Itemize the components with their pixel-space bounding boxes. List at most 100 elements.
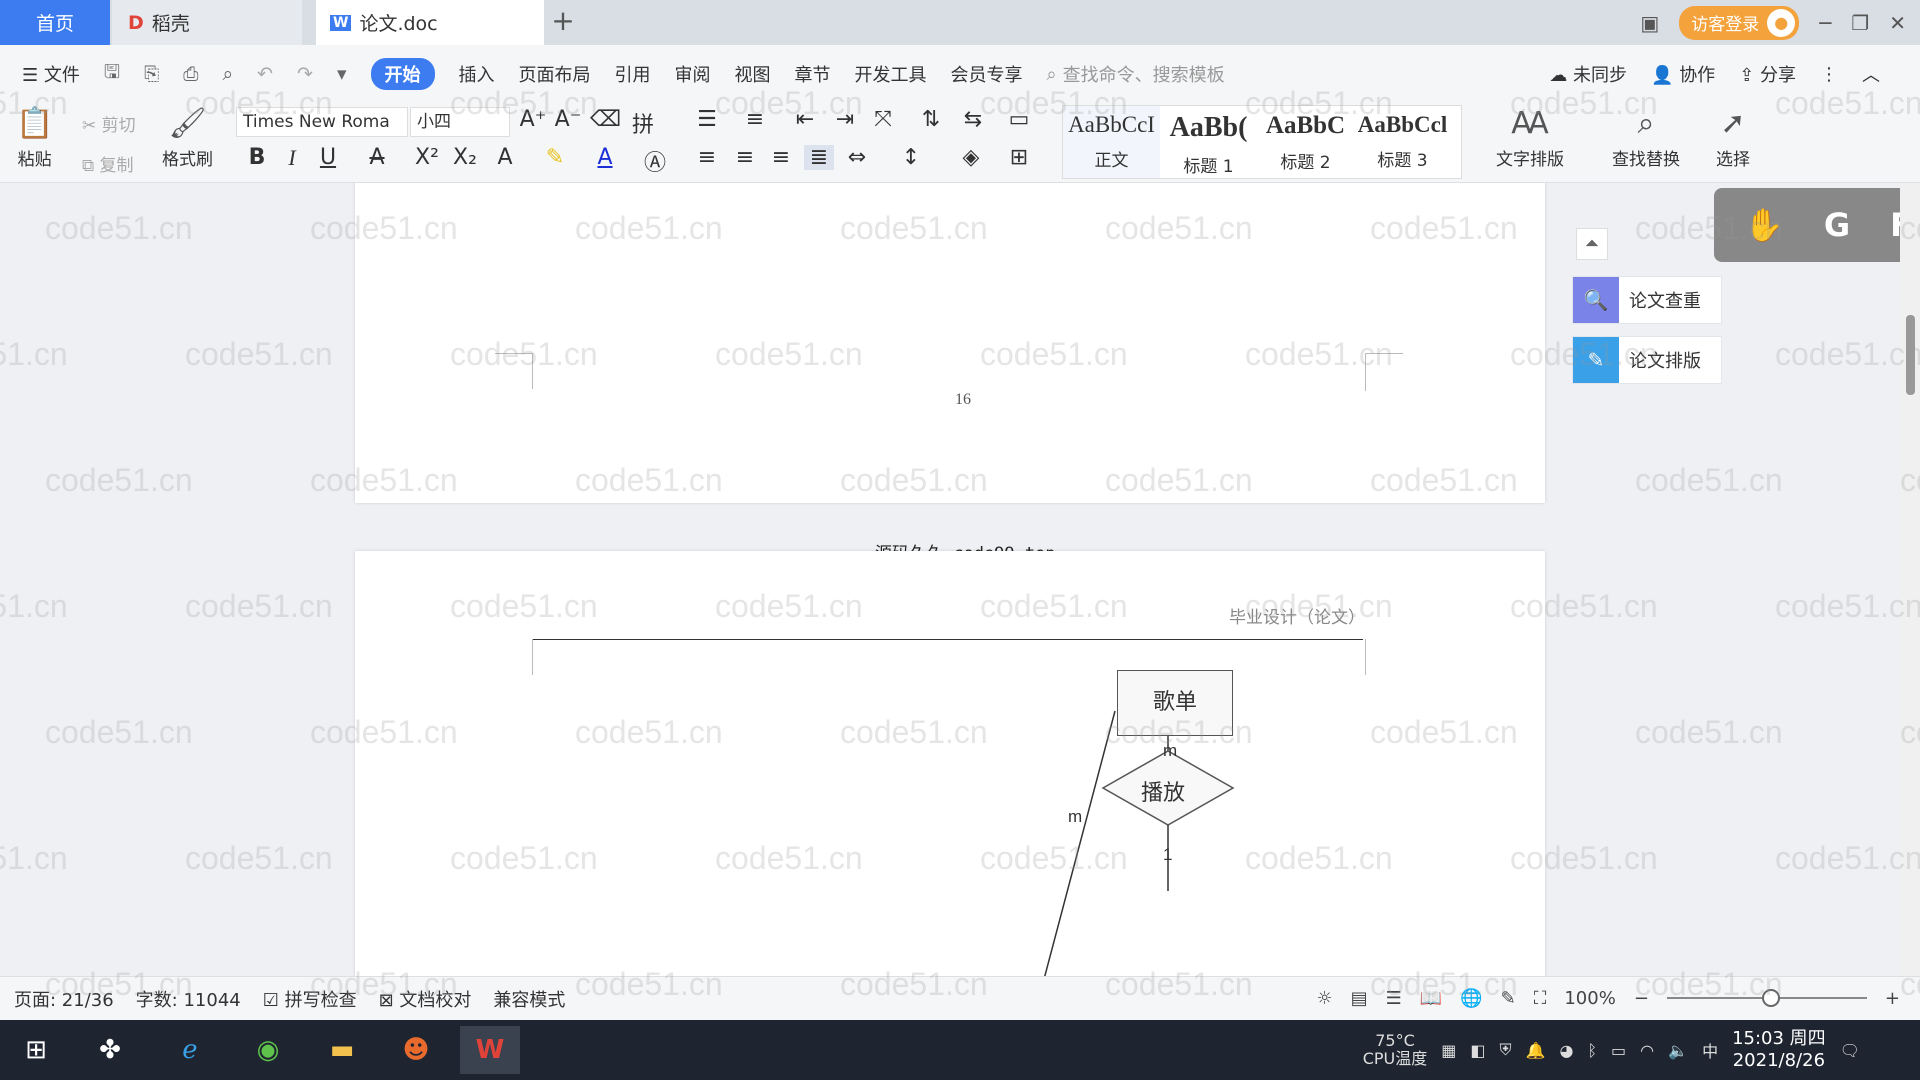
- show-marks-icon[interactable]: ⇆: [958, 107, 988, 132]
- paste-button[interactable]: 📋 粘贴: [16, 107, 53, 171]
- word-count[interactable]: 字数: 11044: [136, 986, 241, 1012]
- number-list-icon[interactable]: ≡: [740, 107, 770, 132]
- style-heading-2[interactable]: AaBbC 标题 2: [1257, 106, 1354, 178]
- tray-app-icon[interactable]: ◧: [1470, 1041, 1485, 1060]
- tab-document[interactable]: W 论文.doc: [316, 0, 544, 45]
- ie-browser-icon[interactable]: ℯ: [160, 1026, 220, 1074]
- fit-page-icon[interactable]: ⛶: [1534, 988, 1547, 1009]
- layout-icon[interactable]: ▣: [1640, 11, 1659, 35]
- subscript-icon[interactable]: X₂: [450, 145, 480, 170]
- media-app-icon[interactable]: ☻: [386, 1026, 446, 1074]
- preview-icon[interactable]: ⌕: [222, 63, 233, 85]
- zoom-knob[interactable]: [1761, 989, 1780, 1007]
- read-view-icon[interactable]: 📖: [1420, 988, 1442, 1009]
- outline-view-icon[interactable]: ☰: [1386, 988, 1402, 1009]
- decrease-indent-icon[interactable]: ⇤: [790, 107, 820, 132]
- tab-home[interactable]: 首页: [0, 0, 110, 45]
- clear-format-icon[interactable]: ⌫: [590, 107, 621, 132]
- export-icon[interactable]: ⎘: [144, 63, 159, 85]
- customize-icon[interactable]: ▾: [337, 63, 347, 85]
- file-explorer-icon[interactable]: ▬: [312, 1026, 372, 1074]
- vertical-scrollbar[interactable]: [1900, 183, 1920, 976]
- more-icon[interactable]: ⋮: [1820, 64, 1838, 85]
- 360-browser-icon[interactable]: ◉: [238, 1026, 298, 1074]
- distribute-icon[interactable]: ⇔: [842, 145, 872, 170]
- sort-icon[interactable]: ⇅: [916, 107, 946, 132]
- print-icon[interactable]: ⎙: [183, 63, 198, 85]
- increase-indent-icon[interactable]: ⇥: [830, 107, 860, 132]
- shrink-font-icon[interactable]: A⁻: [553, 107, 583, 132]
- underline-icon[interactable]: U: [313, 145, 343, 170]
- menu-view[interactable]: 视图: [735, 61, 771, 87]
- wps-app-icon[interactable]: W: [460, 1026, 520, 1074]
- fan-app-icon[interactable]: ✤: [80, 1026, 140, 1074]
- style-heading-3[interactable]: AaBbCcl 标题 3: [1354, 106, 1451, 178]
- menu-start[interactable]: 开始: [370, 58, 435, 90]
- find-replace-button[interactable]: ⌕ 查找替换: [1612, 107, 1680, 171]
- align-right-icon[interactable]: ≡: [766, 145, 796, 170]
- share-button[interactable]: ⇪ 分享: [1739, 61, 1796, 87]
- ruler-icon[interactable]: ▭: [1004, 107, 1034, 132]
- paper-format-button[interactable]: ✎ 论文排版: [1572, 336, 1722, 384]
- tray-shield-icon[interactable]: ⛨: [1500, 1040, 1512, 1060]
- floating-toolbar[interactable]: ✋GF: [1714, 188, 1920, 262]
- menu-insert[interactable]: 插入: [459, 61, 495, 87]
- menu-references[interactable]: 引用: [615, 61, 651, 87]
- bold-icon[interactable]: B: [242, 145, 272, 170]
- tray-wifi-icon[interactable]: ◠: [1640, 1041, 1654, 1060]
- align-center-icon[interactable]: ≡: [730, 145, 760, 170]
- format-painter-button[interactable]: 🖌 格式刷: [162, 107, 213, 171]
- menu-page-layout[interactable]: 页面布局: [519, 61, 591, 87]
- spell-check-button[interactable]: ☑ 拼写检查: [263, 986, 357, 1012]
- clock[interactable]: 15:03 周四 2021/8/26: [1732, 1028, 1826, 1072]
- line-spacing-icon[interactable]: ↕: [896, 145, 926, 170]
- zoom-out-icon[interactable]: −: [1634, 988, 1649, 1009]
- font-size-select[interactable]: 小四: [410, 107, 510, 137]
- tray-app-icon[interactable]: ▦: [1441, 1041, 1456, 1060]
- menu-review[interactable]: 审阅: [675, 61, 711, 87]
- undo-icon[interactable]: ↶: [257, 63, 273, 85]
- collapse-ribbon-icon[interactable]: ︿: [1862, 61, 1880, 87]
- tray-volume-icon[interactable]: 🔈: [1668, 1041, 1688, 1060]
- ime-icon[interactable]: 中: [1702, 1038, 1718, 1062]
- proofread-button[interactable]: ⊠ 文档校对: [379, 986, 472, 1012]
- menu-developer[interactable]: 开发工具: [855, 61, 927, 87]
- minimize-icon[interactable]: ─: [1819, 11, 1831, 35]
- file-menu[interactable]: ☰ 文件: [22, 61, 80, 87]
- collapse-panel-button[interactable]: ⏶: [1576, 228, 1608, 260]
- notification-icon[interactable]: 🗨: [1840, 1041, 1860, 1060]
- italic-icon[interactable]: I: [277, 145, 307, 171]
- copy-button[interactable]: ⧉ 复制: [82, 151, 134, 176]
- menu-chapter[interactable]: 章节: [795, 61, 831, 87]
- write-view-icon[interactable]: ✎: [1501, 988, 1516, 1009]
- strikethrough-icon[interactable]: A: [362, 145, 392, 170]
- borders-icon[interactable]: ⊞: [1004, 145, 1034, 170]
- tray-bluetooth-icon[interactable]: ᛒ: [1587, 1041, 1597, 1060]
- chinese-layout-icon[interactable]: ⤧: [868, 107, 898, 132]
- bullet-list-icon[interactable]: ☰: [692, 107, 722, 132]
- new-tab-button[interactable]: +: [548, 6, 578, 38]
- cut-button[interactable]: ✂ 剪切: [82, 111, 136, 136]
- paper-check-button[interactable]: 🔍 论文查重: [1572, 276, 1722, 324]
- zoom-slider[interactable]: [1666, 989, 1867, 1007]
- text-layout-button[interactable]: Ꜳ 文字排版: [1496, 107, 1564, 171]
- tab-daoke[interactable]: Ⅾ 稻壳: [112, 0, 302, 45]
- tray-battery-icon[interactable]: ▭: [1611, 1041, 1626, 1060]
- zoom-in-icon[interactable]: +: [1885, 988, 1900, 1009]
- collab-button[interactable]: 👤 协作: [1651, 61, 1715, 87]
- document-page[interactable]: 16: [355, 183, 1545, 503]
- redo-icon[interactable]: ↷: [297, 63, 313, 85]
- sync-button[interactable]: ☁ 未同步: [1549, 61, 1627, 87]
- tray-bell-icon[interactable]: 🔔: [1526, 1041, 1546, 1060]
- pinyin-icon[interactable]: 拼: [628, 107, 658, 139]
- text-effect-icon[interactable]: A: [490, 145, 520, 170]
- style-normal[interactable]: AaBbCcI 正文: [1063, 106, 1160, 178]
- font-select[interactable]: Times New Roma: [236, 107, 408, 137]
- justify-icon[interactable]: ≣: [804, 145, 834, 170]
- menu-member[interactable]: 会员专享: [951, 61, 1023, 87]
- close-icon[interactable]: ✕: [1889, 11, 1906, 35]
- restore-icon[interactable]: ❐: [1851, 11, 1869, 35]
- shading-icon[interactable]: ◈: [956, 145, 986, 170]
- select-button[interactable]: ➚ 选择: [1716, 107, 1750, 171]
- highlight-icon[interactable]: ✎: [540, 145, 570, 170]
